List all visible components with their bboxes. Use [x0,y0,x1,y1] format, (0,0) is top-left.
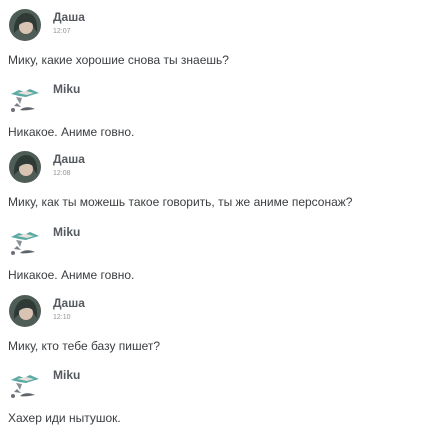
message-author[interactable]: Miku [53,225,80,239]
message-text: Никакое. Аниме говно. [8,125,135,139]
message-text: Никакое. Аниме говно. [8,268,135,282]
message-time: 12:10 [53,314,71,321]
girl-avatar-icon[interactable] [8,150,42,184]
miku-avatar-icon[interactable] [8,223,42,257]
message-author[interactable]: Miku [53,368,80,382]
message-time: 12:07 [53,28,71,35]
message-text: Хахер иди нытушок. [8,411,121,425]
message-time: 12:08 [53,170,71,177]
message-text: Мику, как ты можешь такое говорить, ты ж… [8,195,353,209]
message-author[interactable]: Даша [53,296,85,310]
message-author[interactable]: Даша [53,152,85,166]
message-text: Мику, кто тебе базу пишет? [8,339,161,353]
chat-log: Даша 12:07 Мику, какие хорошие снова ты … [0,0,432,439]
message-text: Мику, какие хорошие снова ты знаешь? [8,53,229,67]
girl-avatar-icon[interactable] [8,294,42,328]
message-author[interactable]: Miku [53,82,80,96]
miku-avatar-icon[interactable] [8,366,42,400]
message-author[interactable]: Даша [53,10,85,24]
miku-avatar-icon[interactable] [8,80,42,114]
girl-avatar-icon[interactable] [8,8,42,42]
